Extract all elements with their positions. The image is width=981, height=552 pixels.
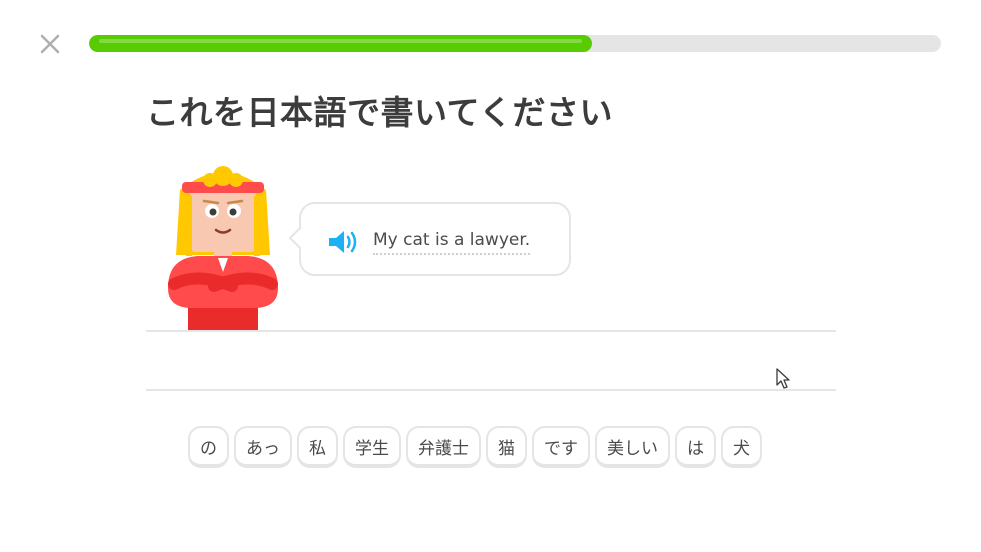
- play-audio-button[interactable]: [327, 229, 361, 255]
- bubble-tail: [288, 226, 312, 250]
- challenge-title: これを日本語で書いてください: [146, 93, 614, 132]
- speech-bubble: My cat is a lawyer.: [288, 202, 571, 276]
- close-button[interactable]: [36, 30, 64, 58]
- mouse-cursor-icon: [776, 368, 790, 389]
- answer-area[interactable]: [146, 332, 836, 390]
- word-tile[interactable]: 学生: [343, 426, 401, 468]
- word-tile[interactable]: です: [532, 426, 590, 468]
- word-tile[interactable]: あっ: [234, 426, 292, 468]
- answer-line-bottom: [146, 389, 836, 391]
- word-tile[interactable]: は: [675, 426, 716, 468]
- close-icon: [40, 34, 60, 54]
- speaker-icon: [329, 231, 357, 253]
- word-tile[interactable]: 弁護士: [406, 426, 481, 468]
- word-tile[interactable]: 私: [297, 426, 338, 468]
- word-tile[interactable]: 美しい: [595, 426, 670, 468]
- word-bank: のあっ私学生 弁護士猫です 美しいは犬: [188, 426, 762, 468]
- word-tile[interactable]: 犬: [721, 426, 762, 468]
- prompt-sentence[interactable]: My cat is a lawyer.: [373, 230, 531, 255]
- word-tile[interactable]: 猫: [486, 426, 527, 468]
- progress-fill: [89, 35, 592, 52]
- word-tile[interactable]: の: [188, 426, 229, 468]
- character-illustration: [168, 166, 278, 332]
- lesson-progress-bar: [89, 35, 941, 52]
